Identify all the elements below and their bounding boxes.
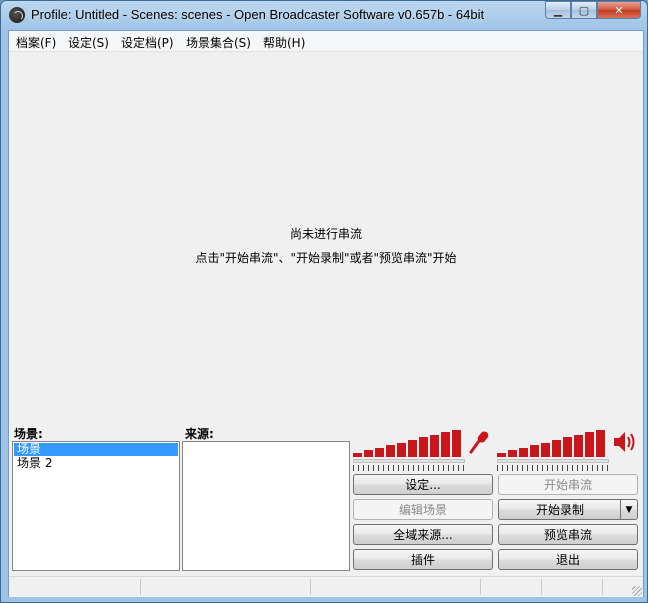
volume-meter-bar [430,434,439,457]
volume-meter-bar [541,442,550,457]
volume-meter-bar [397,442,406,457]
record-dropdown-arrow[interactable]: ▼ [620,500,637,519]
microphone-volume-meter [353,427,465,457]
volume-meter-bar [441,432,450,457]
status-pane [9,579,141,595]
sources-label: 来源: [185,427,214,441]
volume-meter-bar [519,447,528,457]
volume-meter-bar [574,434,583,457]
volume-meter-bar [497,453,506,457]
global-sources-button[interactable]: 全域来源... [353,524,493,545]
menu-settings[interactable]: 设定(S) [68,34,109,51]
sources-list[interactable] [182,441,350,571]
volume-meter-bar [386,445,395,457]
exit-button[interactable]: 退出 [498,549,638,570]
status-bar [9,576,643,597]
main-window: Profile: Untitled - Scenes: scenes - Ope… [0,0,648,603]
desktop-volume-ticks [497,465,609,471]
volume-meter-bar [530,445,539,457]
status-pane [311,579,481,595]
obs-logo-icon [9,7,25,23]
status-pane [141,579,311,595]
menu-help[interactable]: 帮助(H) [263,34,305,51]
menu-scene-collection[interactable]: 场景集合(S) [186,34,251,51]
preview-stream-button[interactable]: 预览串流 [498,524,638,545]
desktop-volume-slider[interactable] [497,459,609,463]
volume-meter-bar [452,429,461,457]
menu-file[interactable]: 档案(F) [16,34,56,51]
scene-item[interactable]: 场景 [14,443,178,456]
preview-hint-text: 点击"开始串流"、"开始录制"或者"预览串流"开始 [195,251,457,265]
volume-meter-bar [552,440,561,457]
window-controls: ▁ ▢ ✕ [545,1,641,21]
minimize-button[interactable]: ▁ [545,1,571,19]
speaker-icon[interactable] [612,429,636,455]
microphone-volume-slider[interactable] [353,459,465,463]
volume-meter-bar [364,450,373,457]
status-pane [542,579,603,595]
volume-meter-bar [375,447,384,457]
start-record-button[interactable]: 开始录制 ▼ [498,499,638,520]
resize-grip[interactable] [632,586,642,596]
preview-status-text: 尚未进行串流 [289,227,362,241]
plugins-button[interactable]: 插件 [353,549,493,570]
desktop-volume-meter [497,427,609,457]
title-bar[interactable]: Profile: Untitled - Scenes: scenes - Ope… [1,1,647,29]
volume-meter-bar [585,432,594,457]
start-stream-button[interactable]: 开始串流 [498,474,638,495]
volume-meter-bar [508,450,517,457]
maximize-button[interactable]: ▢ [571,1,597,19]
status-pane [481,579,542,595]
menu-profile[interactable]: 设定档(P) [121,34,174,51]
volume-meter-bar [563,437,572,457]
close-button[interactable]: ✕ [597,1,641,19]
volume-meter-bar [596,429,605,457]
microphone-volume-ticks [353,465,465,471]
preview-area: 尚未进行串流 点击"开始串流"、"开始录制"或者"预览串流"开始 [9,52,643,427]
microphone-icon[interactable] [467,429,491,455]
client-area: 档案(F) 设定(S) 设定档(P) 场景集合(S) 帮助(H) 尚未进行串流 … [8,30,644,597]
scene-item[interactable]: 场景 2 [14,457,178,470]
start-record-label: 开始录制 [535,503,584,517]
menu-bar: 档案(F) 设定(S) 设定档(P) 场景集合(S) 帮助(H) [9,31,643,52]
scenes-label: 场景: [14,427,43,441]
volume-meter-bar [353,453,362,457]
window-title: Profile: Untitled - Scenes: scenes - Ope… [31,7,485,22]
volume-meter-bar [419,437,428,457]
volume-meter-bar [408,440,417,457]
scenes-list[interactable]: 场景 场景 2 [12,441,180,571]
edit-scene-button[interactable]: 编辑场景 [353,499,493,520]
settings-button[interactable]: 设定... [353,474,493,495]
